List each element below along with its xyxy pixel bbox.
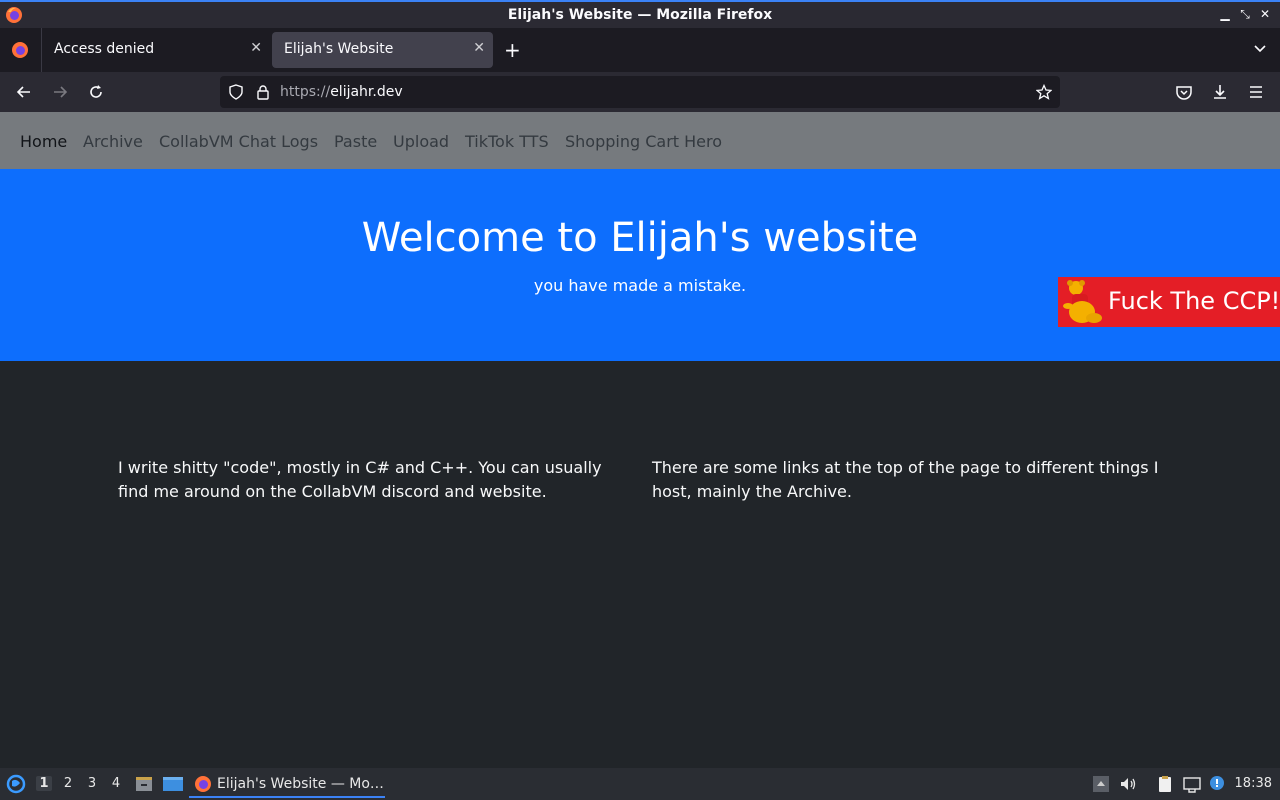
- task-label: Elijah's Website — Mo…: [217, 776, 384, 792]
- tab-access-denied[interactable]: Access denied ✕: [42, 32, 270, 68]
- url-bar[interactable]: https://elijahr.dev: [220, 76, 1060, 108]
- hero-title: Welcome to Elijah's website: [361, 215, 919, 261]
- nav-link-shopping-cart-hero[interactable]: Shopping Cart Hero: [565, 132, 722, 151]
- close-window-icon[interactable]: ✕: [1258, 7, 1272, 21]
- nav-link-home[interactable]: Home: [20, 132, 67, 151]
- volume-icon[interactable]: [1119, 775, 1137, 793]
- file-manager-icon[interactable]: [134, 774, 154, 794]
- downloads-icon[interactable]: [1210, 82, 1230, 102]
- nav-link-paste[interactable]: Paste: [334, 132, 377, 151]
- content-right: There are some links at the top of the p…: [652, 458, 1159, 501]
- close-tab-icon[interactable]: ✕: [473, 40, 485, 56]
- nav-link-archive[interactable]: Archive: [83, 132, 143, 151]
- firefox-task-icon: [195, 776, 211, 792]
- window-title: Elijah's Website — Mozilla Firefox: [507, 7, 773, 23]
- tracking-protection-shield-icon[interactable]: [228, 84, 244, 100]
- navigation-toolbar: https://elijahr.dev: [0, 72, 1280, 112]
- workspace-2[interactable]: 2: [60, 776, 76, 791]
- site-navbar: Home Archive CollabVM Chat Logs Paste Up…: [0, 112, 1280, 169]
- new-tab-icon[interactable]: +: [504, 38, 521, 62]
- workspace-3[interactable]: 3: [84, 776, 100, 791]
- list-all-tabs-icon[interactable]: [1252, 40, 1268, 56]
- winnie-the-pooh-icon: [1063, 280, 1102, 323]
- content-left: I write shitty "code", mostly in C# and …: [118, 458, 602, 501]
- hero-banner: Welcome to Elijah's website you have mad…: [0, 169, 1280, 361]
- reload-icon[interactable]: [86, 82, 106, 102]
- clipboard-icon[interactable]: [1156, 775, 1174, 793]
- url-text: https://elijahr.dev: [280, 84, 403, 100]
- window-titlebar: Elijah's Website — Mozilla Firefox ▁ ⤡ ✕: [0, 0, 1280, 28]
- tab-label: Elijah's Website: [284, 41, 394, 57]
- network-icon[interactable]: [1183, 775, 1201, 793]
- nav-link-tiktok-tts[interactable]: TikTok TTS: [465, 132, 549, 151]
- minimize-icon[interactable]: ▁: [1218, 7, 1232, 21]
- ccp-banner[interactable]: Fuck The CCP!: [1058, 277, 1280, 327]
- clock: 18:38: [1234, 776, 1272, 791]
- notification-icon[interactable]: [1209, 775, 1227, 793]
- hamburger-menu-icon[interactable]: [1246, 82, 1266, 102]
- back-icon[interactable]: [14, 82, 34, 102]
- firefox-view-button[interactable]: [0, 28, 42, 72]
- taskbar: 1 2 3 4 Elijah's Website — Mo… 18:38: [0, 768, 1280, 800]
- banner-text: Fuck The CCP!: [1108, 287, 1280, 315]
- taskbar-task-firefox[interactable]: Elijah's Website — Mo…: [189, 770, 385, 798]
- workspace-4[interactable]: 4: [108, 776, 124, 791]
- bookmark-star-icon[interactable]: [1036, 84, 1052, 100]
- nav-link-upload[interactable]: Upload: [393, 132, 449, 151]
- tab-elijahs-website[interactable]: Elijah's Website ✕: [272, 32, 493, 68]
- close-tab-icon[interactable]: ✕: [250, 40, 262, 56]
- restore-icon[interactable]: ⤡: [1238, 7, 1252, 22]
- tab-label: Access denied: [54, 41, 155, 57]
- firefox-view-icon: [12, 42, 28, 58]
- forward-icon[interactable]: [50, 82, 70, 102]
- show-desktop-icon[interactable]: [162, 774, 184, 794]
- start-menu-icon[interactable]: [6, 774, 26, 794]
- workspace-1[interactable]: 1: [36, 776, 52, 791]
- tray-arrow-icon[interactable]: [1092, 775, 1110, 793]
- lock-icon[interactable]: [255, 84, 271, 100]
- tab-strip: Access denied ✕ Elijah's Website ✕ +: [0, 28, 1280, 72]
- nav-link-collabvm-chat-logs[interactable]: CollabVM Chat Logs: [159, 132, 318, 151]
- pocket-icon[interactable]: [1174, 82, 1194, 102]
